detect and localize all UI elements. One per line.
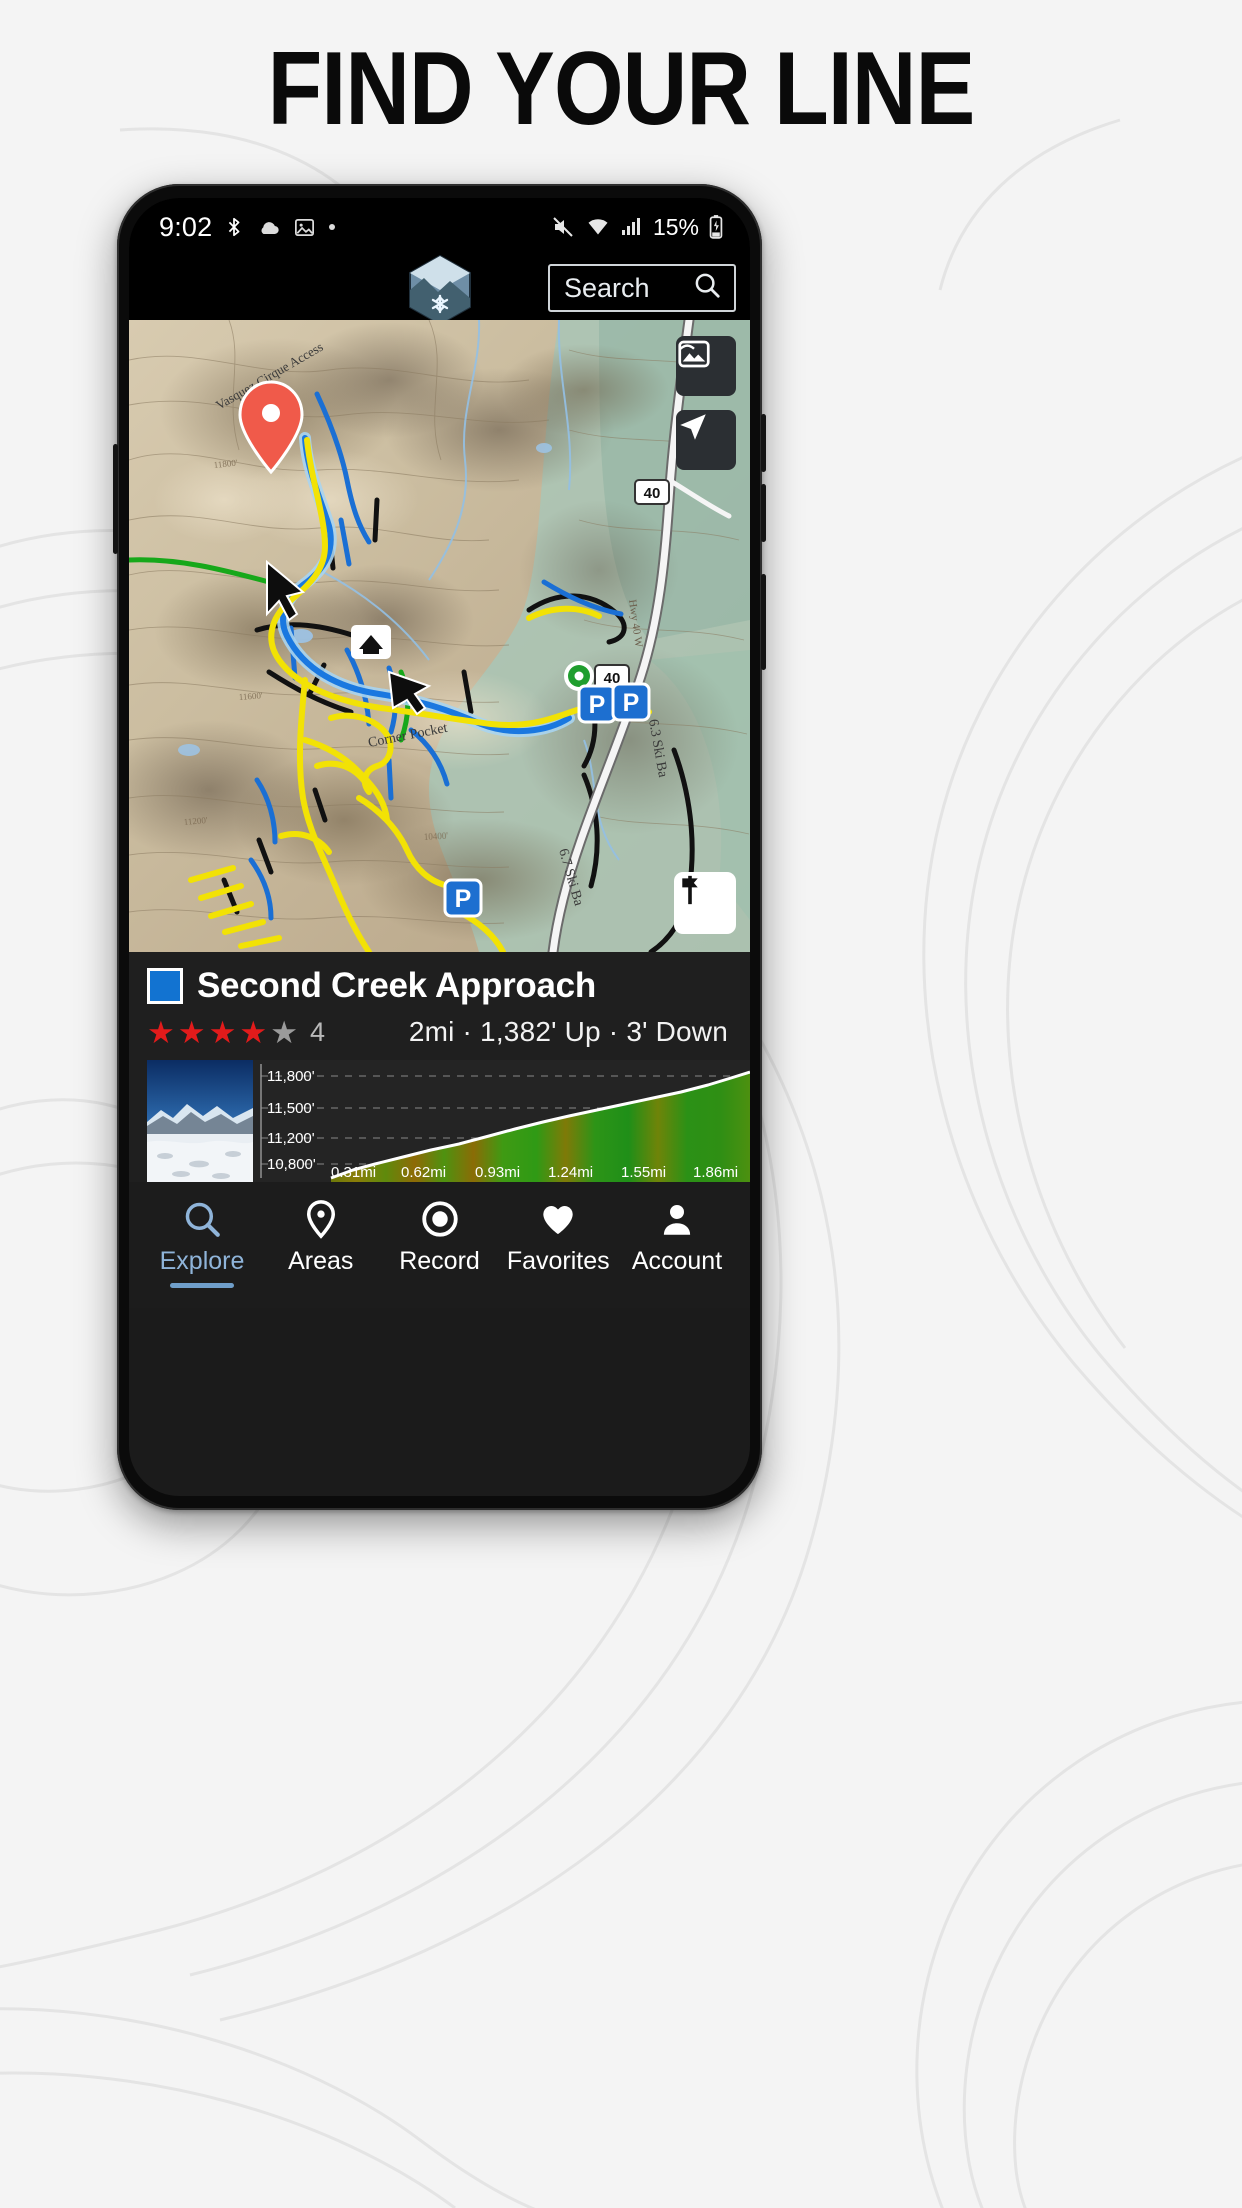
nav-item-explore[interactable]: Explore <box>145 1198 259 1288</box>
phone-frame: 9:02 15% Search 11800' 11600' 11200' 104… <box>113 184 766 1510</box>
trail-thumbnail[interactable] <box>147 1060 253 1182</box>
navigate-icon <box>680 414 706 440</box>
nav-item-favorites[interactable]: Favorites <box>501 1198 615 1276</box>
star-1: ★ <box>147 1014 175 1050</box>
nav-item-areas[interactable]: Areas <box>264 1198 378 1276</box>
svg-text:P: P <box>455 885 472 913</box>
phone-power-button <box>761 574 766 670</box>
battery-icon <box>708 214 724 240</box>
status-bar: 9:02 15% <box>129 198 750 256</box>
map-view[interactable]: 11800' 11600' 11200' 10400' 40 40 Vasque… <box>129 320 750 952</box>
star-2: ★ <box>177 1014 206 1050</box>
rating-stars[interactable]: ★ ★ ★ ★ ★ 4 <box>147 1017 325 1048</box>
y-tick-4: 11,800' <box>267 1068 315 1085</box>
trail-title-row: Second Creek Approach <box>147 966 732 1006</box>
parking-marker-2: P <box>611 682 651 722</box>
parking-marker-3: P <box>443 878 483 918</box>
nav-item-account[interactable]: Account <box>620 1198 734 1276</box>
nav-label-record: Record <box>399 1247 480 1275</box>
nav-label-account: Account <box>631 1247 723 1275</box>
parking-marker-1: P <box>577 684 617 724</box>
wifi-icon <box>585 215 611 239</box>
layers-icon <box>678 340 710 368</box>
x-tick-5: 1.55mi <box>621 1164 666 1181</box>
x-tick-1: 0.31mi <box>331 1164 376 1181</box>
x-tick-4: 1.24mi <box>548 1164 593 1181</box>
elevation-chart[interactable]: 11,800' 11,500' 11,200' 10,800' 0.31mi 0… <box>253 1060 750 1182</box>
nav-item-record[interactable]: Record <box>383 1198 497 1276</box>
svg-text:P: P <box>623 689 640 717</box>
phone-volume-down-button <box>761 484 766 542</box>
dot-icon <box>327 222 337 232</box>
x-tick-6: 1.86mi <box>693 1164 738 1181</box>
y-tick-2: 11,200' <box>267 1130 315 1147</box>
mute-icon <box>550 215 576 239</box>
trail-stats-row: ★ ★ ★ ★ ★ 4 2mi · 1,382' Up · 3' Down <box>147 1016 732 1048</box>
app-bar: Search <box>129 254 750 326</box>
map-pin-drop-button[interactable] <box>674 872 736 934</box>
difficulty-blue-square-icon <box>147 968 183 1004</box>
record-icon <box>421 1201 458 1237</box>
nav-label-explore: Explore <box>159 1247 245 1275</box>
svg-text:P: P <box>589 691 606 719</box>
hut-marker <box>351 625 391 659</box>
star-5: ★ <box>270 1014 298 1050</box>
svg-text:11200': 11200' <box>183 815 208 827</box>
x-tick-3: 0.93mi <box>475 1164 520 1181</box>
status-bar-battery-percent: 15% <box>652 213 699 240</box>
star-3: ★ <box>208 1014 237 1050</box>
signal-icon <box>620 215 644 239</box>
search-icon[interactable] <box>692 270 722 307</box>
pin-drop-icon <box>682 875 698 905</box>
bluetooth-icon <box>223 215 245 239</box>
y-tick-3: 11,500' <box>267 1100 315 1117</box>
phone-screen: 9:02 15% Search 11800' 11600' 11200' 104… <box>129 198 750 1496</box>
svg-text:40: 40 <box>644 485 661 502</box>
y-tick-1: 10,800' <box>267 1156 316 1173</box>
nav-active-indicator <box>170 1283 234 1288</box>
svg-text:11600': 11600' <box>238 690 263 702</box>
nav-label-areas: Areas <box>288 1247 354 1275</box>
person-icon <box>663 1205 691 1235</box>
search-icon <box>185 1202 220 1237</box>
rating-count: 4 <box>309 1016 326 1047</box>
image-icon <box>293 216 316 239</box>
cloud-icon <box>256 215 282 239</box>
nav-label-favorites: Favorites <box>506 1247 610 1275</box>
x-tick-2: 0.62mi <box>401 1164 446 1181</box>
elevation-section: 11,800' 11,500' 11,200' 10,800' 0.31mi 0… <box>147 1060 750 1182</box>
page-headline: FIND YOUR LINE <box>267 31 976 147</box>
svg-text:10400': 10400' <box>424 831 449 842</box>
trail-detail-card[interactable]: Second Creek Approach ★ ★ ★ ★ ★ 4 2mi · … <box>129 952 750 1182</box>
search-box[interactable]: Search <box>548 264 736 312</box>
phone-volume-up-button <box>761 414 766 472</box>
phone-side-button-left <box>113 444 118 554</box>
status-bar-time: 9:02 <box>159 211 213 242</box>
search-input-text[interactable]: Search <box>564 273 650 304</box>
map-layers-button[interactable] <box>676 336 736 396</box>
map-pin-icon <box>306 1200 335 1239</box>
star-4: ★ <box>239 1014 268 1050</box>
trail-name: Second Creek Approach <box>197 966 596 1005</box>
map-locate-button[interactable] <box>676 410 736 470</box>
trail-stats-text: 2mi · 1,382' Up · 3' Down <box>408 1016 728 1047</box>
heart-icon <box>543 1206 573 1235</box>
bottom-navigation: Explore Areas Record Favorites Account <box>129 1182 750 1308</box>
